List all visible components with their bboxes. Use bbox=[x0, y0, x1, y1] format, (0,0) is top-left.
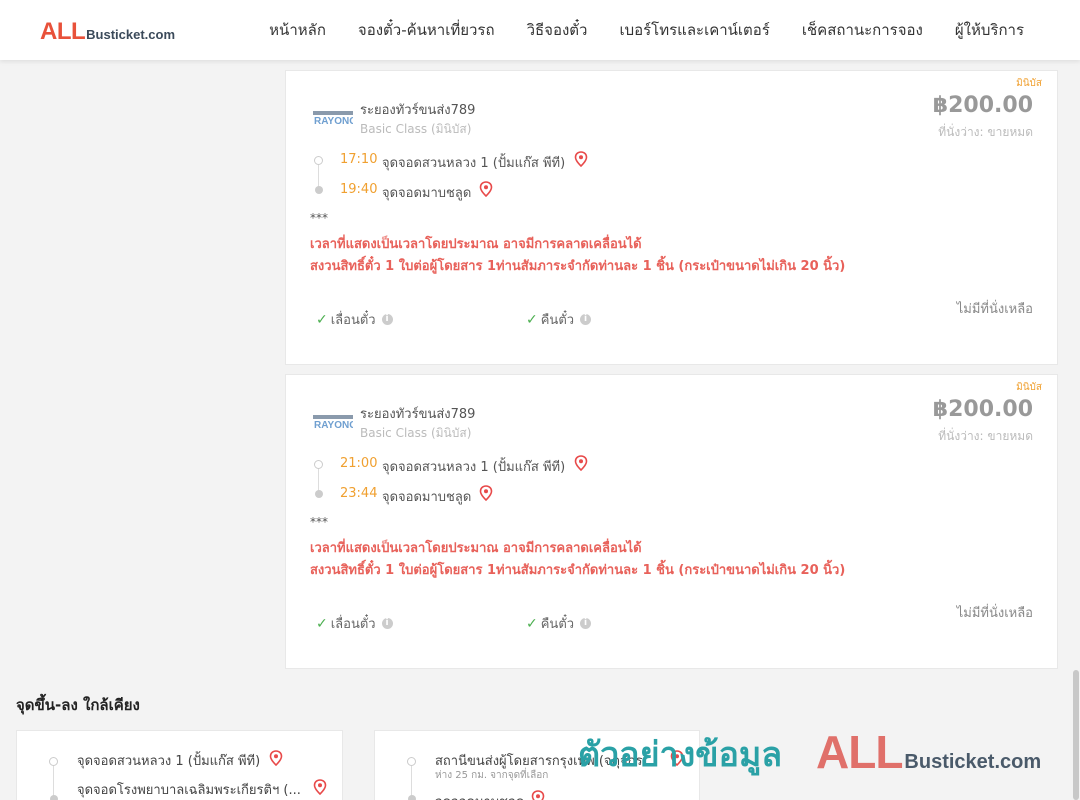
bus-class: Basic Class (มินิบัส) bbox=[360, 122, 472, 136]
origin-dot bbox=[314, 156, 323, 165]
check-icon: ✓ bbox=[316, 615, 328, 632]
refund-label: คืนตั๋ว bbox=[540, 313, 575, 328]
no-seat-status: ไม่มีที่นั่งเหลือ bbox=[956, 606, 1033, 621]
origin-dot bbox=[314, 460, 323, 469]
sample-data-watermark: ตัวอย่างข้อมูล bbox=[578, 735, 783, 775]
info-icon[interactable]: i bbox=[381, 618, 393, 629]
arrival-stop: จุดจอดมาบชลูด bbox=[382, 490, 472, 505]
nav-check-booking[interactable]: เช็คสถานะการจอง bbox=[786, 18, 939, 42]
scrollbar-thumb[interactable] bbox=[1073, 670, 1079, 800]
map-pin-icon[interactable] bbox=[574, 455, 588, 471]
reschedule-feature[interactable]: ✓ เลื่อนตั๋ว i bbox=[316, 309, 393, 330]
map-pin-icon[interactable] bbox=[479, 485, 493, 501]
destination-dot bbox=[315, 186, 323, 194]
departure-stop: จุดจอดสวนหลวง 1 (ปั้มแก๊ส พีที) bbox=[382, 156, 566, 171]
refund-label: คืนตั๋ว bbox=[540, 617, 575, 632]
luggage-policy: สงวนสิทธิ์ตั๋ว 1 ใบต่อผู้โดยสาร 1ท่านสัม… bbox=[310, 563, 846, 578]
watermark-logo-domain: Busticket.com bbox=[904, 751, 1042, 773]
nearby-origin-stop: จุดจอดสวนหลวง 1 (ปั้มแก๊ส พีที) bbox=[77, 754, 261, 769]
operator-name: ระยองทัวร์ขนส่ง789 bbox=[360, 103, 476, 118]
nav-book-search[interactable]: จองตั๋ว-ค้นหาเที่ยวรถ bbox=[342, 18, 511, 42]
refund-feature[interactable]: ✓ คืนตั๋ว i bbox=[526, 309, 592, 330]
reschedule-label: เลื่อนตั๋ว bbox=[330, 313, 376, 328]
ticket-card[interactable]: มินิบัส RAYONG ระยองทัวร์ขนส่ง789 Basic … bbox=[285, 70, 1058, 365]
nearby-route-card[interactable]: จุดจอดสวนหลวง 1 (ปั้มแก๊ส พีที) จุดจอดโร… bbox=[16, 730, 343, 800]
operator-logo-text: RAYONG bbox=[314, 420, 353, 431]
vehicle-type-badge: มินิบัส bbox=[1016, 78, 1042, 89]
ticket-card[interactable]: มินิบัส RAYONG ระยองทัวร์ขนส่ง789 Basic … bbox=[285, 374, 1058, 669]
nearby-stops-heading: จุดขึ้น-ลง ใกล้เคียง bbox=[16, 696, 140, 714]
departure-stop: จุดจอดสวนหลวง 1 (ปั้มแก๊ส พีที) bbox=[382, 460, 566, 475]
refund-feature[interactable]: ✓ คืนตั๋ว i bbox=[526, 613, 592, 634]
destination-dot bbox=[50, 795, 58, 800]
map-pin-icon[interactable] bbox=[269, 750, 283, 766]
check-icon: ✓ bbox=[526, 615, 538, 632]
watermark-logo-all: ALL bbox=[816, 726, 903, 778]
watermark-logo: ALL Busticket.com bbox=[816, 725, 1041, 779]
map-pin-icon[interactable] bbox=[574, 151, 588, 167]
luggage-policy: สงวนสิทธิ์ตั๋ว 1 ใบต่อผู้โดยสาร 1ท่านสัม… bbox=[310, 259, 846, 274]
page-scrollbar[interactable] bbox=[1072, 60, 1080, 800]
logo-domain-text: Busticket.com bbox=[86, 27, 176, 42]
departure-time: 17:10 bbox=[340, 152, 378, 167]
origin-dot bbox=[49, 757, 58, 766]
nav-how-to-book[interactable]: วิธีจองตั๋ว bbox=[511, 18, 604, 42]
site-header: ALL Busticket.com หน้าหลัก จองตั๋ว-ค้นหา… bbox=[0, 0, 1080, 60]
logo-all-text: ALL bbox=[40, 18, 86, 45]
note-marker: *** bbox=[310, 211, 328, 225]
destination-dot bbox=[408, 795, 416, 800]
ticket-price: ฿200.00 bbox=[932, 93, 1033, 118]
map-pin-icon[interactable] bbox=[313, 779, 327, 795]
main-nav: หน้าหลัก จองตั๋ว-ค้นหาเที่ยวรถ วิธีจองตั… bbox=[253, 0, 1040, 60]
arrival-time: 23:44 bbox=[340, 486, 378, 501]
arrival-stop: จุดจอดมาบชลูด bbox=[382, 186, 472, 201]
ticket-price: ฿200.00 bbox=[932, 397, 1033, 422]
nav-contact-counters[interactable]: เบอร์โทรและเคาน์เตอร์ bbox=[603, 18, 785, 42]
note-marker: *** bbox=[310, 515, 328, 529]
no-seat-status: ไม่มีที่นั่งเหลือ bbox=[956, 302, 1033, 317]
map-pin-icon[interactable] bbox=[531, 790, 545, 800]
operator-logo: RAYONG bbox=[313, 111, 353, 127]
map-pin-icon[interactable] bbox=[479, 181, 493, 197]
destination-dot bbox=[315, 490, 323, 498]
info-icon[interactable]: i bbox=[580, 618, 592, 629]
info-icon[interactable]: i bbox=[580, 314, 592, 325]
time-disclaimer: เวลาที่แสดงเป็นเวลาโดยประมาณ อาจมีการคลา… bbox=[310, 541, 642, 556]
nav-operators[interactable]: ผู้ให้บริการ bbox=[939, 18, 1040, 42]
arrival-time: 19:40 bbox=[340, 182, 378, 197]
operator-logo-text: RAYONG bbox=[314, 116, 353, 127]
check-icon: ✓ bbox=[526, 311, 538, 328]
nav-home[interactable]: หน้าหลัก bbox=[253, 18, 342, 42]
bus-class: Basic Class (มินิบัส) bbox=[360, 426, 472, 440]
seat-availability: ที่นั่งว่าง: ขายหมด bbox=[938, 429, 1033, 443]
nearby-destination-stop: จุดจอดมาบชลูด bbox=[435, 791, 524, 800]
vehicle-type-badge: มินิบัส bbox=[1016, 382, 1042, 393]
info-icon[interactable]: i bbox=[381, 314, 393, 325]
check-icon: ✓ bbox=[316, 311, 328, 328]
reschedule-feature[interactable]: ✓ เลื่อนตั๋ว i bbox=[316, 613, 393, 634]
distance-note: ห่าง 25 กม. จากจุดที่เลือก bbox=[435, 770, 549, 781]
time-disclaimer: เวลาที่แสดงเป็นเวลาโดยประมาณ อาจมีการคลา… bbox=[310, 237, 642, 252]
reschedule-label: เลื่อนตั๋ว bbox=[330, 617, 376, 632]
origin-dot bbox=[407, 757, 416, 766]
departure-time: 21:00 bbox=[340, 456, 378, 471]
seat-availability: ที่นั่งว่าง: ขายหมด bbox=[938, 125, 1033, 139]
site-logo[interactable]: ALL Busticket.com bbox=[40, 18, 175, 46]
operator-logo: RAYONG bbox=[313, 415, 353, 431]
nearby-destination-stop: จุดจอดโรงพยาบาลเฉลิมพระเกียรติฯ (... bbox=[77, 783, 301, 798]
operator-name: ระยองทัวร์ขนส่ง789 bbox=[360, 407, 476, 422]
